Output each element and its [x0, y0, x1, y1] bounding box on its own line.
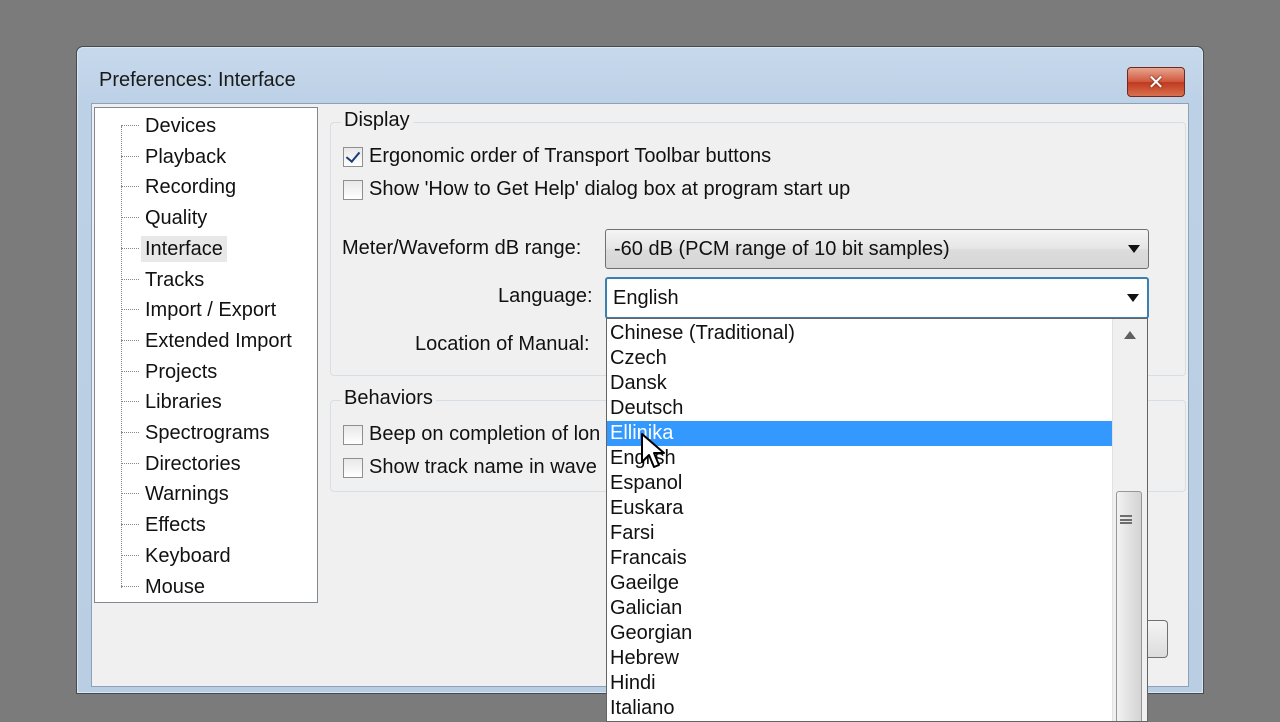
language-option[interactable]: Espanol: [607, 471, 1115, 496]
language-select[interactable]: English: [605, 277, 1149, 319]
language-label: Language:: [498, 285, 593, 307]
language-option[interactable]: Francais: [607, 546, 1115, 571]
dropdown-arrow-icon: [1127, 294, 1139, 302]
language-option[interactable]: Farsi: [607, 521, 1115, 546]
language-option[interactable]: Georgian: [607, 621, 1115, 646]
meter-range-label: Meter/Waveform dB range:: [342, 237, 582, 259]
tree-item-import-export[interactable]: Import / Export: [95, 296, 280, 324]
mouse-cursor-icon: [641, 433, 665, 468]
tree-item-recording[interactable]: Recording: [95, 173, 240, 201]
dialog-button-partial[interactable]: [1148, 620, 1168, 658]
tree-item-extended-import[interactable]: Extended Import: [95, 327, 296, 355]
beep-checkbox-row[interactable]: Beep on completion of lon: [343, 423, 600, 446]
beep-checkbox[interactable]: [343, 424, 363, 445]
tree-item-projects[interactable]: Projects: [95, 358, 221, 386]
help-dialog-checkbox[interactable]: [343, 179, 363, 200]
close-button[interactable]: ✕: [1127, 67, 1185, 97]
language-option[interactable]: English: [607, 446, 1115, 471]
help-dialog-label: Show 'How to Get Help' dialog box at pro…: [369, 178, 851, 200]
tree-item-tracks[interactable]: Tracks: [95, 266, 208, 294]
scrollbar-thumb[interactable]: [1116, 491, 1142, 721]
tree-item-playback[interactable]: Playback: [95, 143, 230, 171]
dropdown-scrollbar[interactable]: [1112, 319, 1147, 721]
beep-label: Beep on completion of lon: [369, 423, 601, 445]
track-name-checkbox-row[interactable]: Show track name in wave: [343, 456, 597, 479]
dropdown-arrow-icon: [1128, 245, 1140, 253]
preferences-tree[interactable]: Devices Playback Recording Quality Inter…: [94, 107, 318, 603]
tree-item-interface[interactable]: Interface: [95, 235, 227, 263]
help-dialog-checkbox-row[interactable]: Show 'How to Get Help' dialog box at pro…: [343, 178, 850, 201]
language-option[interactable]: Hindi: [607, 671, 1115, 696]
tree-item-libraries[interactable]: Libraries: [95, 388, 226, 416]
meter-range-select[interactable]: -60 dB (PCM range of 10 bit samples): [605, 229, 1149, 269]
tree-item-devices[interactable]: Devices: [95, 112, 220, 140]
meter-range-value: -60 dB (PCM range of 10 bit samples): [614, 237, 950, 260]
display-group-title: Display: [341, 109, 413, 132]
track-name-checkbox[interactable]: [343, 457, 363, 478]
tree-item-warnings[interactable]: Warnings: [95, 480, 233, 508]
manual-location-label: Location of Manual:: [415, 333, 590, 355]
language-option[interactable]: Euskara: [607, 496, 1115, 521]
language-option[interactable]: Chinese (Traditional): [607, 321, 1115, 346]
scroll-up-icon[interactable]: [1124, 331, 1136, 339]
tree-item-spectrograms[interactable]: Spectrograms: [95, 419, 274, 447]
tree-item-quality[interactable]: Quality: [95, 204, 211, 232]
language-option[interactable]: Gaeilge: [607, 571, 1115, 596]
tree-item-keyboard[interactable]: Keyboard: [95, 542, 235, 570]
behaviors-group-title: Behaviors: [341, 387, 436, 410]
language-option[interactable]: Italiano: [607, 696, 1115, 721]
language-option[interactable]: Czech: [607, 346, 1115, 371]
language-option[interactable]: Hebrew: [607, 646, 1115, 671]
ergonomic-label: Ergonomic order of Transport Toolbar but…: [369, 145, 772, 167]
language-option[interactable]: Dansk: [607, 371, 1115, 396]
tree-item-mouse[interactable]: Mouse: [95, 573, 209, 601]
ergonomic-checkbox[interactable]: [343, 146, 363, 167]
language-option-highlighted[interactable]: Ellinika: [607, 421, 1115, 446]
track-name-label: Show track name in wave: [369, 456, 597, 478]
scroll-grip-icon: [1120, 515, 1132, 524]
tree-item-effects[interactable]: Effects: [95, 511, 210, 539]
close-icon: ✕: [1147, 70, 1165, 94]
tree-item-directories[interactable]: Directories: [95, 450, 245, 478]
language-dropdown-list[interactable]: Chinese (Traditional) Czech Dansk Deutsc…: [606, 318, 1148, 722]
language-option[interactable]: Deutsch: [607, 396, 1115, 421]
language-value: English: [611, 286, 681, 310]
language-option[interactable]: Galician: [607, 596, 1115, 621]
window-title: Preferences: Interface: [99, 69, 296, 91]
ergonomic-checkbox-row[interactable]: Ergonomic order of Transport Toolbar but…: [343, 145, 771, 168]
